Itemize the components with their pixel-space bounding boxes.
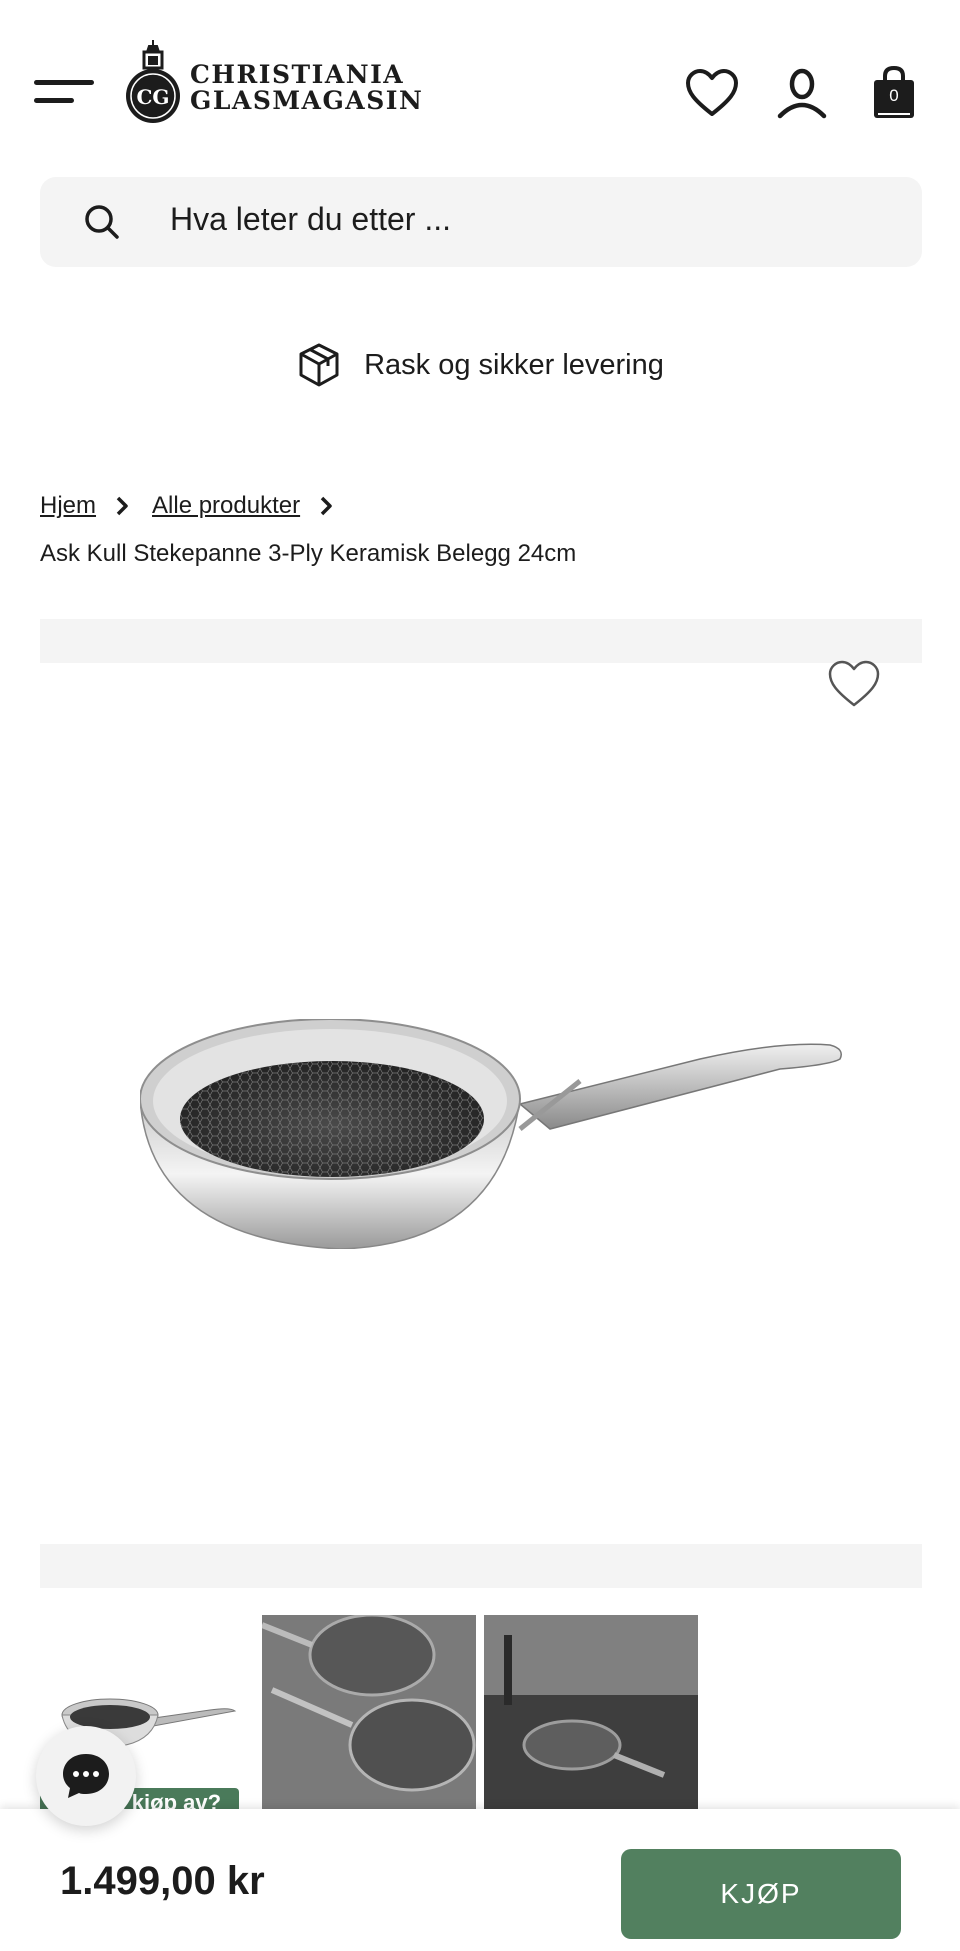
search-icon	[85, 205, 119, 239]
chevron-right-icon	[320, 496, 332, 516]
search-input[interactable]: Hva leter du etter ...	[40, 177, 922, 267]
delivery-banner: Rask og sikker levering	[0, 340, 960, 390]
delivery-text: Rask og sikker levering	[364, 348, 664, 381]
user-icon[interactable]	[774, 66, 830, 122]
chat-bubble-icon[interactable]	[36, 1726, 136, 1826]
breadcrumb-home[interactable]: Hjem	[40, 492, 96, 520]
breadcrumb-all-products[interactable]: Alle produkter	[152, 492, 300, 520]
brand-line-1: CHRISTIANIA	[190, 60, 405, 89]
gallery-top-bar	[40, 619, 922, 663]
svg-text:CG: CG	[137, 85, 170, 109]
cart-count-badge: 0	[889, 86, 899, 105]
site-header: CG CHRISTIANIA GLASMAGASIN 0	[0, 0, 960, 170]
wishlist-heart-icon[interactable]	[684, 66, 740, 122]
brand-logo[interactable]: CG CHRISTIANIA GLASMAGASIN	[124, 38, 424, 128]
chevron-right-icon	[116, 496, 128, 516]
gallery-bottom-bar	[40, 1544, 922, 1588]
brand-line-2: GLASMAGASIN	[190, 86, 424, 115]
frying-pan-image	[140, 1019, 842, 1249]
lantern-logo-icon: CG	[126, 40, 180, 123]
shopping-bag-icon[interactable]: 0	[866, 64, 922, 120]
product-title: Ask Kull Stekepanne 3-Ply Keramisk Beleg…	[40, 540, 577, 567]
thumbnail-3[interactable]	[484, 1615, 698, 1810]
thumbnail-strip	[40, 1615, 922, 1810]
buy-button[interactable]: KJØP	[621, 1849, 901, 1939]
product-image-gallery[interactable]	[40, 619, 922, 1588]
breadcrumb: Hjem Alle produkter	[40, 488, 356, 524]
brand-name: CHRISTIANIA GLASMAGASIN	[190, 52, 423, 114]
thumbnail-2[interactable]	[262, 1615, 476, 1810]
sticky-buy-bar: 1.499,00 kr KJØP	[0, 1809, 960, 1951]
add-to-wishlist-heart-icon[interactable]	[826, 657, 882, 713]
menu-icon[interactable]	[34, 80, 94, 110]
package-icon	[299, 343, 339, 387]
search-placeholder: Hva leter du etter ...	[170, 201, 452, 237]
product-price: 1.499,00 kr	[60, 1859, 265, 1903]
